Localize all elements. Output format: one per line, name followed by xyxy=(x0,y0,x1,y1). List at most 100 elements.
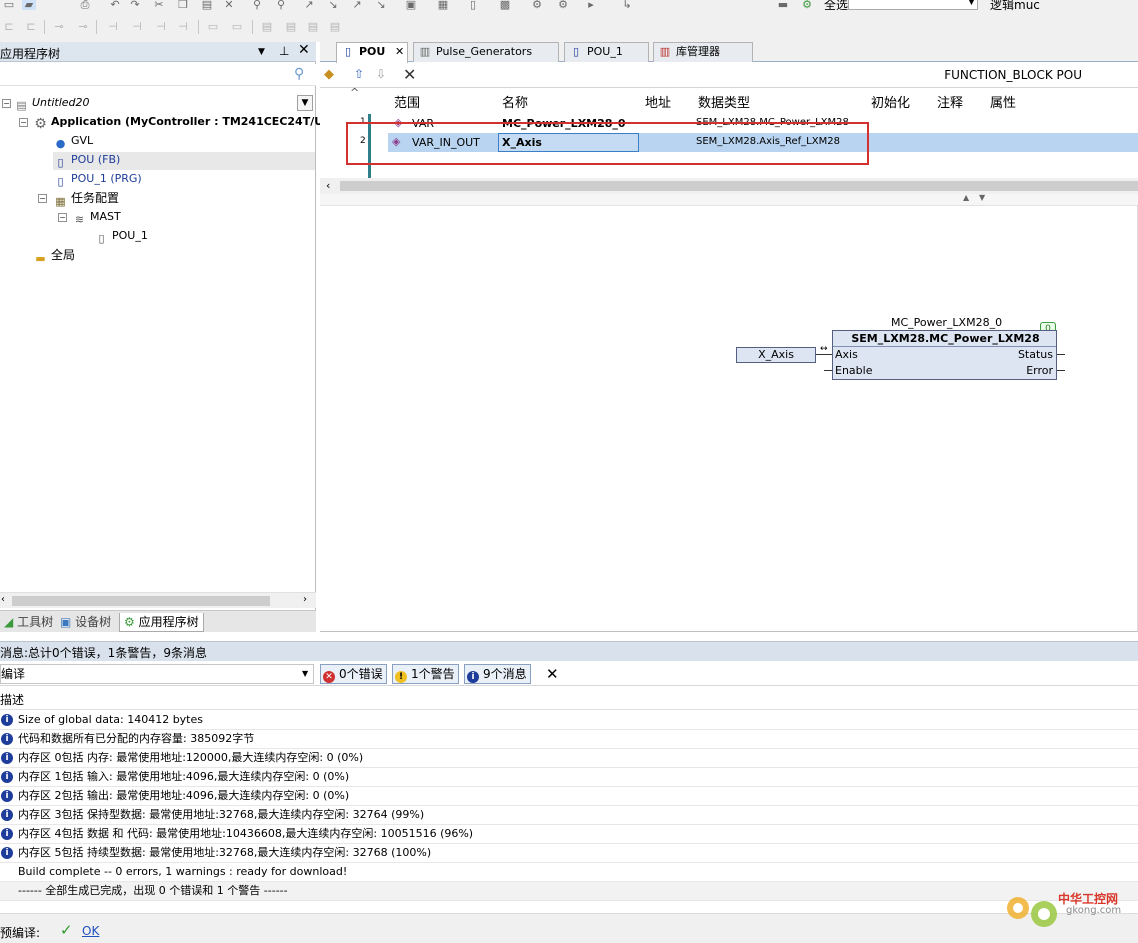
column-header[interactable]: 注释 xyxy=(937,92,963,111)
delete-icon[interactable]: ✕ xyxy=(222,0,236,10)
sort-icon[interactable]: ^ xyxy=(350,86,359,99)
find-icon[interactable]: ⚲ xyxy=(250,0,264,10)
move-down-icon[interactable]: ⇩ xyxy=(376,67,386,81)
collapse-icon[interactable]: − xyxy=(38,194,47,203)
tree-item-pou[interactable]: ▯ POU (FB) xyxy=(53,152,315,170)
split-up-icon[interactable]: ▲ xyxy=(963,193,969,202)
open-file-icon[interactable]: ▰ xyxy=(22,0,36,10)
login-icon[interactable]: ↗ xyxy=(302,0,316,10)
tree-item-global[interactable]: ▬ 全局 xyxy=(33,247,75,266)
run-icon[interactable]: ▸ xyxy=(584,0,598,10)
close-icon[interactable]: ✕ xyxy=(395,43,404,61)
message-row[interactable]: i 内存区 2包括 输出: 最常使用地址:4096,最大连续内存空闲: 0 (0%… xyxy=(0,787,1138,806)
errors-filter-button[interactable]: ✕ 0个错误 xyxy=(320,664,387,684)
new-file-icon[interactable]: ▭ xyxy=(2,0,16,10)
precompile-ok-link[interactable]: OK xyxy=(82,924,99,938)
message-row[interactable]: Build complete -- 0 errors, 1 warnings :… xyxy=(0,863,1138,882)
message-row[interactable]: ------ 全部生成已完成，出现 0 个错误和 1 个警告 ------ xyxy=(0,882,1138,901)
step-icon[interactable]: ↳ xyxy=(620,0,634,10)
tab-device-tree[interactable]: ▣ 设备树 xyxy=(56,613,115,632)
insert-coil-icon[interactable]: ⊸ xyxy=(52,20,66,34)
tab-application-tree[interactable]: ⚙ 应用程序树 xyxy=(119,613,204,632)
network-icon[interactable]: ▤ xyxy=(260,20,274,34)
scroll-thumb[interactable] xyxy=(340,181,1138,191)
redo-icon[interactable]: ↷ xyxy=(128,0,142,10)
gear-icon[interactable]: ⚙ xyxy=(800,0,814,10)
insert-negated-icon[interactable]: ⊸ xyxy=(76,20,90,34)
function-block[interactable]: SEM_LXM28.MC_Power_LXM28 Axis Enable Sta… xyxy=(832,330,1057,380)
message-row[interactable]: i 代码和数据所有已分配的内存容量: 385092字节 xyxy=(0,730,1138,749)
copy-icon[interactable]: ❐ xyxy=(176,0,190,10)
scroll-left-icon[interactable]: ‹ xyxy=(326,179,330,192)
tree-item-mast-pou1[interactable]: ▯ POU_1 xyxy=(94,228,147,246)
editor-splitter[interactable]: ▲ ▼ xyxy=(320,193,1138,206)
scope-combo[interactable] xyxy=(848,0,978,10)
message-row[interactable]: i Size of global data: 140412 bytes xyxy=(0,711,1138,730)
replace-icon[interactable]: ⚲ xyxy=(274,0,288,10)
return-icon[interactable]: ⊣ xyxy=(176,20,190,34)
column-header[interactable]: 范围 xyxy=(394,92,420,111)
clear-messages-icon[interactable]: ✕ xyxy=(546,665,559,683)
column-header[interactable]: 名称 xyxy=(502,92,528,111)
warnings-filter-button[interactable]: ! 1个警告 xyxy=(392,664,459,684)
tab-library-manager[interactable]: ▥ 库管理器 xyxy=(653,42,753,62)
insert-parallel-icon[interactable]: ⊏ xyxy=(24,20,38,34)
table-scrollbar[interactable]: ‹ xyxy=(320,178,1138,194)
network-above-icon[interactable]: ▤ xyxy=(306,20,320,34)
tab-tool-tree[interactable]: ◢ 工具树 xyxy=(0,613,57,632)
panel-menu-icon[interactable]: ▼ xyxy=(258,47,265,57)
network-below-icon[interactable]: ▤ xyxy=(284,20,298,34)
move-up-icon[interactable]: ⇧ xyxy=(354,67,364,81)
collapse-icon[interactable]: − xyxy=(2,99,11,108)
collapse-icon[interactable]: − xyxy=(58,213,67,222)
online-icon[interactable]: ▣ xyxy=(404,0,418,10)
chevron-down-icon[interactable]: ▼ xyxy=(302,665,308,683)
chevron-down-icon[interactable]: ▼ xyxy=(968,0,975,7)
tab-pulse-generators[interactable]: ▥ Pulse_Generators xyxy=(413,42,559,62)
tab-pou1[interactable]: ▯ POU_1 xyxy=(564,42,649,62)
settings-icon[interactable]: ⚙ xyxy=(530,0,544,10)
paste-icon[interactable]: ▤ xyxy=(200,0,214,10)
pin-icon[interactable]: ⊥ xyxy=(279,44,289,58)
tree-item-application[interactable]: ⚙ Application (MyController : TM241CEC24T… xyxy=(33,114,328,131)
message-row[interactable]: i 内存区 5包括 持续型数据: 最常使用地址:32768,最大连续内存空闲: 3… xyxy=(0,844,1138,863)
scroll-right-icon[interactable]: › xyxy=(303,594,307,605)
search-icon[interactable]: ⚲ xyxy=(294,66,304,82)
cut-icon[interactable]: ✂ xyxy=(152,0,166,10)
print-icon[interactable]: ⎙ xyxy=(78,0,92,10)
box-en-icon[interactable]: ▭ xyxy=(230,20,244,34)
comment-icon[interactable]: ▤ xyxy=(328,20,342,34)
pin-status[interactable]: Status xyxy=(1018,348,1053,361)
close-icon[interactable]: ✕ xyxy=(298,42,310,58)
settings2-icon[interactable]: ⚙ xyxy=(556,0,570,10)
pin-enable[interactable]: Enable xyxy=(835,364,872,377)
logic-combo[interactable]: 逻辑muc xyxy=(990,0,1040,12)
split-down-icon[interactable]: ▼ xyxy=(979,193,985,202)
tree-item-gvl[interactable]: ● GVL xyxy=(53,133,94,151)
input-variable[interactable]: X_Axis xyxy=(736,347,816,363)
message-row[interactable]: i 内存区 0包括 内存: 最常使用地址:120000,最大连续内存空闲: 0 (… xyxy=(0,749,1138,768)
column-header[interactable]: 数据类型 xyxy=(698,92,750,111)
column-header[interactable]: 属性 xyxy=(990,92,1016,111)
tree-scrollbar[interactable]: ‹ › xyxy=(0,592,316,608)
auto-declare-icon[interactable]: ◆ xyxy=(324,67,334,82)
tab-pou[interactable]: ▯ POU ✕ xyxy=(336,42,408,63)
tree-item-project[interactable]: ▤ Untitled20 xyxy=(14,95,89,113)
fb-instance-name[interactable]: MC_Power_LXM28_0 xyxy=(891,316,1002,329)
collapse-icon[interactable]: − xyxy=(19,118,28,127)
rebuild-icon[interactable]: ↘ xyxy=(374,0,388,10)
delete-icon[interactable]: ✕ xyxy=(403,65,416,84)
box-icon[interactable]: ▭ xyxy=(206,20,220,34)
tree-item-pou1[interactable]: ▯ POU_1 (PRG) xyxy=(53,171,141,189)
column-header[interactable]: 地址 xyxy=(645,92,671,111)
messages-filter-button[interactable]: i 9个消息 xyxy=(464,664,531,684)
undo-icon[interactable]: ↶ xyxy=(108,0,122,10)
message-row[interactable]: i 内存区 4包括 数据 和 代码: 最常使用地址:10436608,最大连续内存… xyxy=(0,825,1138,844)
grid-icon[interactable]: ▦ xyxy=(436,0,450,10)
insert-contact-icon[interactable]: ⊏ xyxy=(2,20,16,34)
reset-icon[interactable]: ⊣ xyxy=(130,20,144,34)
scroll-left-icon[interactable]: ‹ xyxy=(1,594,5,605)
device-icon[interactable]: ▬ xyxy=(776,0,790,10)
select-all-label[interactable]: 全选 xyxy=(824,0,848,12)
message-category-select[interactable]: 编译 ▼ xyxy=(0,664,314,684)
